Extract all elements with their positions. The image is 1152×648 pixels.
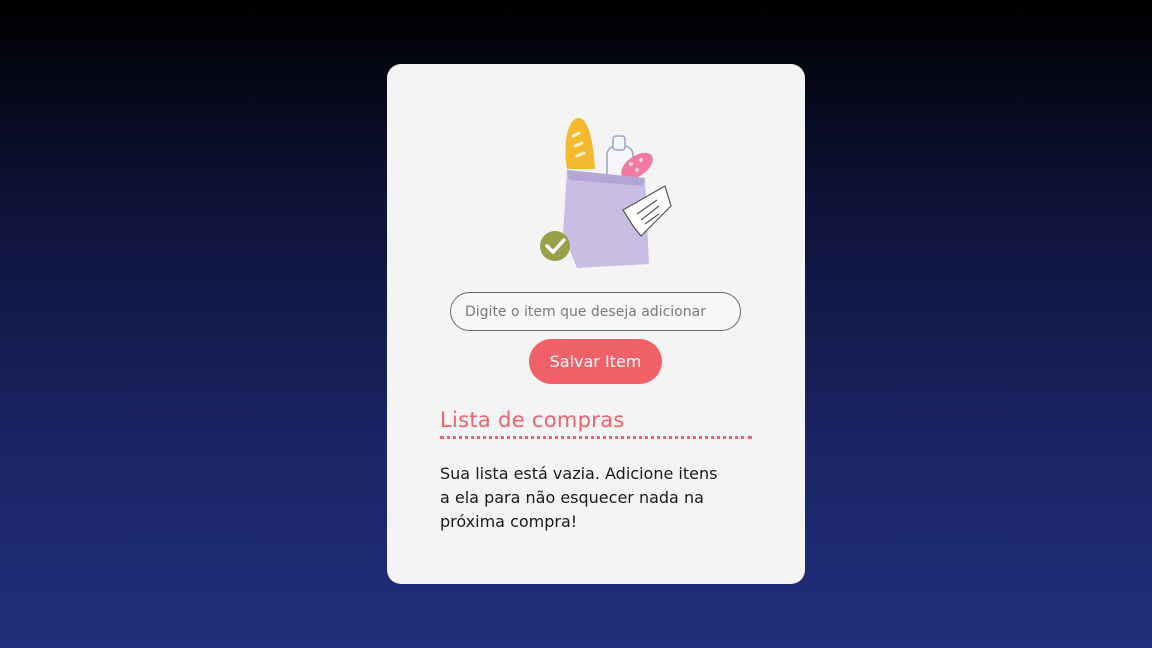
empty-list-message: Sua lista está vazia. Adicione itens a e… [440, 464, 718, 531]
grocery-bag-icon [537, 114, 677, 274]
shopping-list-card: Salvar Item Lista de compras Sua lista e… [387, 64, 805, 584]
save-item-button[interactable]: Salvar Item [529, 339, 662, 384]
shopping-list-title: Lista de compras [440, 408, 752, 439]
item-input[interactable] [450, 292, 741, 331]
